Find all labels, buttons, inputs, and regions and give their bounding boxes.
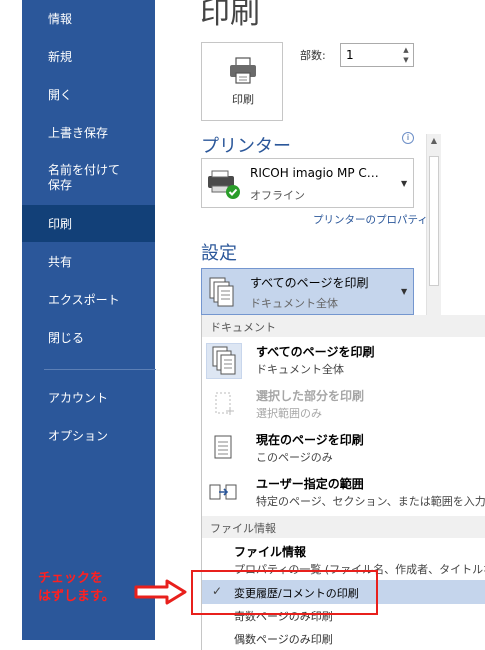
sidebar-item-save[interactable]: 上書き保存	[22, 126, 155, 141]
scroll-up-icon[interactable]: ▲	[427, 136, 441, 145]
chevron-down-icon[interactable]: ▼	[401, 287, 407, 296]
printer-select[interactable]: RICOH imagio MP C… オフライン ▼	[201, 158, 414, 208]
printer-name: RICOH imagio MP C…	[250, 166, 379, 180]
printer-status: オフライン	[250, 189, 305, 202]
menu-item-print-all[interactable]: すべてのページを印刷 ドキュメント全体	[202, 339, 485, 383]
printer-heading: プリンター	[201, 136, 291, 157]
print-range-sub: ドキュメント全体	[250, 297, 338, 310]
printer-properties-link[interactable]: プリンターのプロパティ	[313, 212, 428, 227]
menu-item-print-selection[interactable]: 選択した部分を印刷 選択範囲のみ	[202, 383, 485, 427]
sidebar-item-options[interactable]: オプション	[22, 429, 155, 444]
section-header-document: ドキュメント	[202, 315, 485, 337]
pages-icon	[209, 277, 234, 307]
printer-icon	[230, 57, 256, 84]
page-icon	[206, 431, 242, 467]
sidebar-item-label: アカウント	[48, 391, 109, 405]
sidebar-item-info[interactable]: 情報	[22, 12, 155, 27]
sidebar-item-save-as[interactable]: 名前を付けて 保存	[22, 163, 155, 193]
sidebar-item-close[interactable]: 閉じる	[22, 331, 155, 346]
print-range-select[interactable]: すべてのページを印刷 ドキュメント全体 ▼	[201, 268, 414, 315]
menu-item-title: すべてのページを印刷	[256, 345, 375, 359]
scrollbar[interactable]: ▲	[426, 134, 441, 344]
menu-item-sub: 特定のページ、セクション、または範囲を入力します	[256, 495, 485, 508]
sidebar-item-label: 共有	[48, 255, 73, 269]
spin-down-icon[interactable]: ▼	[401, 56, 411, 65]
menu-item-even-pages[interactable]: 偶数ページのみ印刷	[234, 631, 333, 647]
copies-label: 部数:	[300, 49, 326, 62]
scroll-thumb[interactable]	[429, 156, 439, 286]
sidebar-divider	[44, 369, 156, 370]
copies-value[interactable]: 1	[346, 48, 354, 62]
sidebar-item-account[interactable]: アカウント	[22, 391, 155, 406]
left-margin	[0, 0, 22, 650]
sidebar-item-label: 上書き保存	[48, 126, 109, 140]
section-header-file-info: ファイル情報	[202, 516, 485, 538]
pages-icon	[206, 343, 242, 379]
print-button[interactable]: 印刷	[201, 42, 283, 121]
annotation-line: チェックを	[38, 571, 104, 586]
sidebar-item-label: 印刷	[48, 217, 73, 231]
menu-item-custom-range[interactable]: ユーザー指定の範囲 特定のページ、セクション、または範囲を入力します	[202, 471, 485, 515]
menu-item-sub: ドキュメント全体	[256, 363, 344, 376]
print-range-title: すべてのページを印刷	[250, 276, 369, 290]
annotation-highlight-box	[191, 570, 378, 615]
sidebar-item-label: 新規	[48, 50, 73, 64]
sidebar-item-print[interactable]: 印刷	[22, 205, 155, 242]
menu-item-title: ファイル情報	[234, 545, 307, 559]
settings-heading: 設定	[201, 243, 237, 264]
section-label: ファイル情報	[210, 522, 276, 535]
selection-icon	[206, 387, 242, 423]
chevron-down-icon[interactable]: ▼	[401, 179, 407, 188]
backstage-sidebar: 情報 新規 開く 上書き保存 名前を付けて 保存 印刷 共有 エクスポート 閉じ…	[22, 0, 156, 640]
menu-item-title: 現在のページを印刷	[256, 433, 364, 447]
sidebar-item-new[interactable]: 新規	[22, 50, 155, 65]
annotation-arrow-icon	[134, 579, 187, 605]
sidebar-item-label: 閉じる	[48, 331, 85, 345]
annotation-text: チェックを はずします。	[38, 570, 115, 606]
sidebar-item-label: 開く	[48, 88, 73, 102]
page-title: 印刷	[200, 0, 260, 31]
sidebar-item-share[interactable]: 共有	[22, 255, 155, 270]
custom-range-icon	[206, 475, 242, 511]
menu-item-print-current[interactable]: 現在のページを印刷 このページのみ	[202, 427, 485, 471]
menu-item-title: ユーザー指定の範囲	[256, 477, 364, 491]
copies-stepper[interactable]: 1 ▲ ▼	[340, 43, 414, 67]
menu-item-title: 選択した部分を印刷	[256, 389, 365, 403]
printer-device-icon	[208, 170, 240, 199]
menu-item-sub: このページのみ	[256, 451, 333, 464]
sidebar-item-open[interactable]: 開く	[22, 88, 155, 103]
sidebar-item-label: オプション	[48, 429, 109, 443]
sidebar-item-label: エクスポート	[48, 293, 120, 307]
menu-item-sub: 選択範囲のみ	[256, 407, 322, 420]
section-label: ドキュメント	[210, 321, 276, 334]
sidebar-item-label: 保存	[48, 178, 73, 192]
annotation-line: はずします。	[38, 589, 115, 604]
sidebar-item-export[interactable]: エクスポート	[22, 293, 155, 308]
print-button-label: 印刷	[232, 93, 254, 106]
sidebar-item-label: 情報	[48, 12, 73, 26]
sidebar-item-label: 名前を付けて	[48, 163, 121, 177]
spin-up-icon[interactable]: ▲	[401, 46, 411, 55]
info-icon[interactable]: i	[402, 132, 414, 144]
